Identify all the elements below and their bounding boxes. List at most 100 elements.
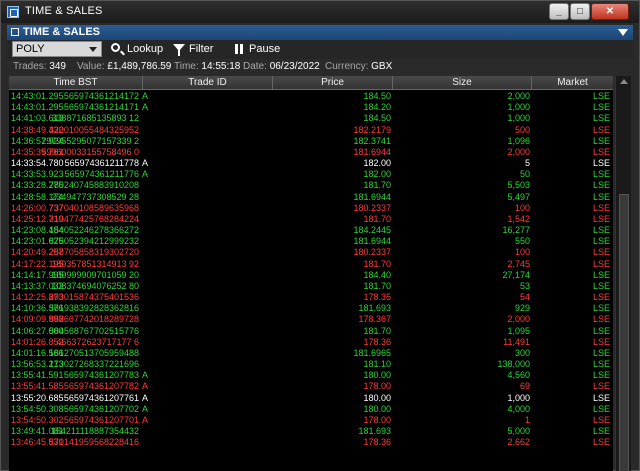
cell-price: 182.2179 [353,124,391,135]
cell-market: LSE [592,180,610,191]
cell-market: LSE [592,269,610,280]
cell-trade-id: 565974361207783 [63,370,139,381]
table-row[interactable]: 14:26:00.737 737040108589635968 180.2337 10… [9,203,613,214]
cell-trade-id: 189357851314913 92 [51,258,139,269]
scrollbar-thumb[interactable] [619,194,629,471]
table-row[interactable]: 13:55:41.591 565974361207783 A 180.00 4,560 L… [9,370,613,381]
window-title: TIME & SALES [25,5,103,17]
symbol-select[interactable]: POLY [12,41,102,57]
table-row[interactable]: 13:54:50.302 565974361207701 A 178.00 1 LSE [9,415,613,426]
column-header-price[interactable]: Price [273,76,393,90]
cell-market: LSE [592,191,610,202]
cell-market: LSE [592,135,610,146]
table-row[interactable]: 14:12:25.873 293015874375401536 178.35 54 LS… [9,292,613,303]
table-row[interactable]: 14:33:28.275 780240745883910208 181.70 5,50… [9,180,613,191]
table-row[interactable]: 13:55:41.585 565974361207782 A 178.00 69 LSE [9,381,613,392]
table-row[interactable]: 13:56:53.213 173027268337221696 181.10 138,… [9,359,613,370]
table-row[interactable]: 14:13:37.032 108374694076252 80 181.70 53 LS… [9,281,613,292]
table-row[interactable]: 13:46:45.531 870141959568228416 178.36 2,66… [9,437,613,448]
cell-trade-id: 297955295077157339 2 [41,135,139,146]
table-row[interactable]: 14:23:08.484 154052246278366272 184.2445 16… [9,225,613,236]
column-header-market[interactable]: Market [532,76,613,90]
date-stat: Date: 06/23/2022 [243,61,320,72]
table-row[interactable]: 14:36:57.924 297955295077157339 2 182.3741… [9,136,613,147]
cell-time: 14:33:54.780 [11,158,64,169]
cell-size: 69 [519,381,530,392]
table-row[interactable]: 14:10:36.376 581938392828362816 181.693 929… [9,303,613,314]
panel-menu-caret-icon[interactable] [618,29,628,36]
cell-time: 13:54:50.308 [11,403,64,414]
table-row[interactable]: 14:33:53.923 565974361211776 A 182.00 50 LSE [9,169,613,180]
table-row[interactable]: 14:43:01.295 565974361214172 A 184.50 2,000 L… [9,91,613,102]
table-row[interactable]: 13:49:41.081 154211118887354432 181.693 5,0… [9,426,613,437]
cell-flag: A [142,370,149,381]
table-row[interactable]: 14:23:01.625 876052394212999232 181.6944 55… [9,236,613,247]
cell-market: LSE [592,359,610,370]
cell-price: 181.70 [363,280,391,291]
panel-icon [11,28,19,36]
cell-size: 1,000 [507,113,530,124]
cell-time: 14:33:53.923 [11,169,64,180]
close-button[interactable]: ✕ [591,3,629,20]
window-title-bar[interactable]: TIME & SALES _ □ ✕ [1,1,639,23]
table-row[interactable]: 14:20:49.257 288705858319302720 180.2337 10… [9,247,613,258]
filter-button[interactable]: Filter [173,42,223,57]
cell-price: 178.35 [363,292,391,303]
table-row[interactable]: 14:33:54.780 565974361211778 A 182.00 5 LSE [9,158,613,169]
cell-size: 4,560 [507,370,530,381]
time-and-sales-window: TIME & SALES _ □ ✕ TIME & SALES POLY Loo… [0,0,640,471]
cell-size: 27,174 [502,269,530,280]
cell-price: 184.20 [363,102,391,113]
cell-size: 1,000 [507,102,530,113]
cell-market: LSE [592,236,610,247]
scroll-up-icon[interactable] [620,79,628,84]
cell-market: LSE [592,325,610,336]
cell-trade-id: 876052394212999232 [48,236,139,247]
cell-size: 16,277 [502,225,530,236]
cell-size: 2,745 [507,258,530,269]
table-row[interactable]: 13:54:50.308 565974361207702 A 180.00 4,000 L… [9,404,613,415]
column-header-trade-id[interactable]: Trade ID [143,76,273,90]
cell-size: 2,000 [507,314,530,325]
cell-trade-id: 565974361207761 [63,392,139,403]
table-row[interactable]: 14:01:26.852 466372623717177 6 178.36 11,49… [9,337,613,348]
column-header-size[interactable]: Size [393,76,532,90]
table-row[interactable]: 14:43:01.295 565974361214171 A 184.20 1,000 L… [9,102,613,113]
chevron-down-icon [89,47,97,52]
cell-size: 1,095 [507,325,530,336]
cell-market: LSE [592,202,610,213]
cell-price: 181.693 [358,303,391,314]
cell-size: 1,542 [507,213,530,224]
symbol-select-value: POLY [16,43,45,55]
cell-trade-id: 565974361207702 [63,403,139,414]
lookup-button[interactable]: Lookup [111,42,171,57]
trades-table: Time BST Trade ID Price Size Market 14:4… [9,76,613,471]
cell-size: 11,491 [503,336,530,347]
table-row[interactable]: 14:41:03.613 338871685135893 12 184.50 1,00… [9,113,613,124]
table-row[interactable]: 14:35:39.761 599600033155758496 0 181.6944… [9,147,613,158]
cell-size: 1 [524,414,530,425]
table-row[interactable]: 14:06:27.000 584568767702515776 181.70 1,09… [9,326,613,337]
cell-size: 2,662 [507,437,530,448]
maximize-button[interactable]: □ [570,3,590,20]
cell-time: 14:43:01.295 [11,102,64,113]
table-row[interactable]: 14:25:12.719 310477425768284224 181.70 1,54… [9,214,613,225]
cell-flag: A [142,403,149,414]
table-row[interactable]: 14:17:22.195 189357851314913 92 181.70 2,74… [9,259,613,270]
minimize-button[interactable]: _ [549,3,569,20]
table-row[interactable]: 14:38:49.432 320010055484325952 182.2179 50… [9,125,613,136]
vertical-scrollbar[interactable] [615,76,631,471]
cell-price: 181.6965 [353,347,391,358]
table-row[interactable]: 13:55:20.685 565974361207761 A 180.00 1,000 L… [9,393,613,404]
cell-size: 100 [514,247,530,258]
table-row[interactable]: 14:14:17.995 109999909701059 20 184.40 27,1… [9,270,613,281]
pause-label: Pause [249,43,281,55]
table-row[interactable]: 14:09:09.998 882667742018289728 178.367 2,0… [9,314,613,325]
cell-price: 181.70 [363,213,391,224]
pause-button[interactable]: Pause [233,42,281,57]
table-row[interactable]: 14:28:58.174 234947737308529 28 181.6944 5,… [9,192,613,203]
cell-price: 181.70 [363,258,391,269]
column-header-time[interactable]: Time BST [9,76,143,90]
cell-price: 180.00 [363,392,391,403]
table-row[interactable]: 14:01:16.566 181270513705959488 181.6965 30… [9,348,613,359]
